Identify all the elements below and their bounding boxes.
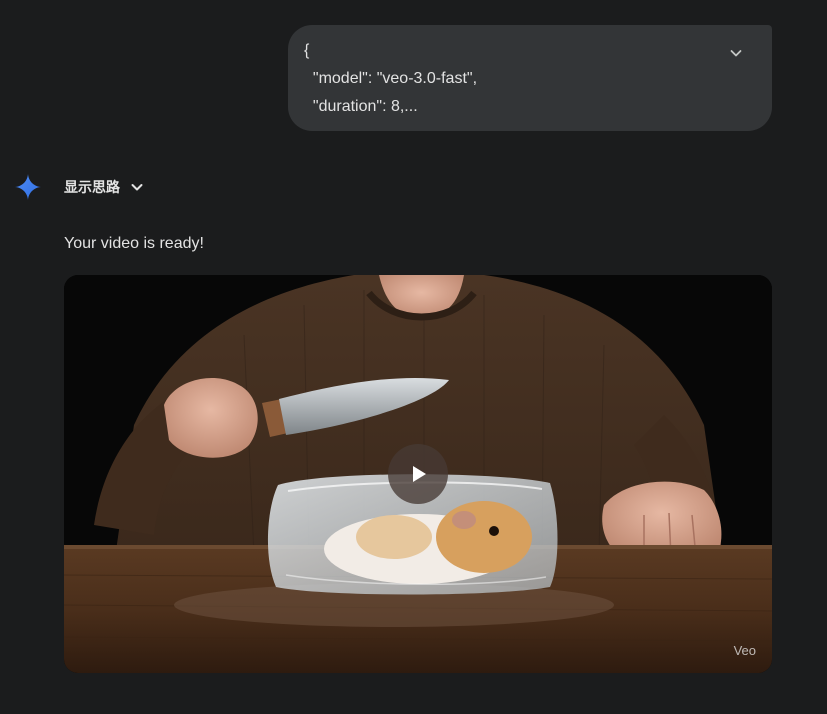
response-message: Your video is ready!	[64, 235, 204, 252]
prompt-line: "model": "veo-3.0-fast",	[304, 70, 478, 87]
show-thinking-button[interactable]: 显示思路	[64, 176, 144, 198]
gemini-sparkle-icon	[15, 174, 41, 200]
play-icon	[413, 466, 426, 482]
video-player[interactable]: Veo	[64, 275, 772, 673]
chevron-down-icon	[730, 50, 742, 57]
show-thinking-label: 显示思路	[64, 179, 120, 195]
play-button[interactable]	[388, 444, 448, 504]
user-prompt-bubble: { "model": "veo-3.0-fast", "duration": 8…	[288, 25, 772, 131]
prompt-line: {	[304, 42, 310, 59]
veo-watermark: Veo	[733, 643, 756, 658]
chevron-down-icon	[131, 184, 143, 191]
prompt-line: "duration": 8,...	[304, 98, 418, 115]
expand-prompt-button[interactable]	[724, 41, 748, 65]
chat-page: { "model": "veo-3.0-fast", "duration": 8…	[0, 0, 827, 714]
